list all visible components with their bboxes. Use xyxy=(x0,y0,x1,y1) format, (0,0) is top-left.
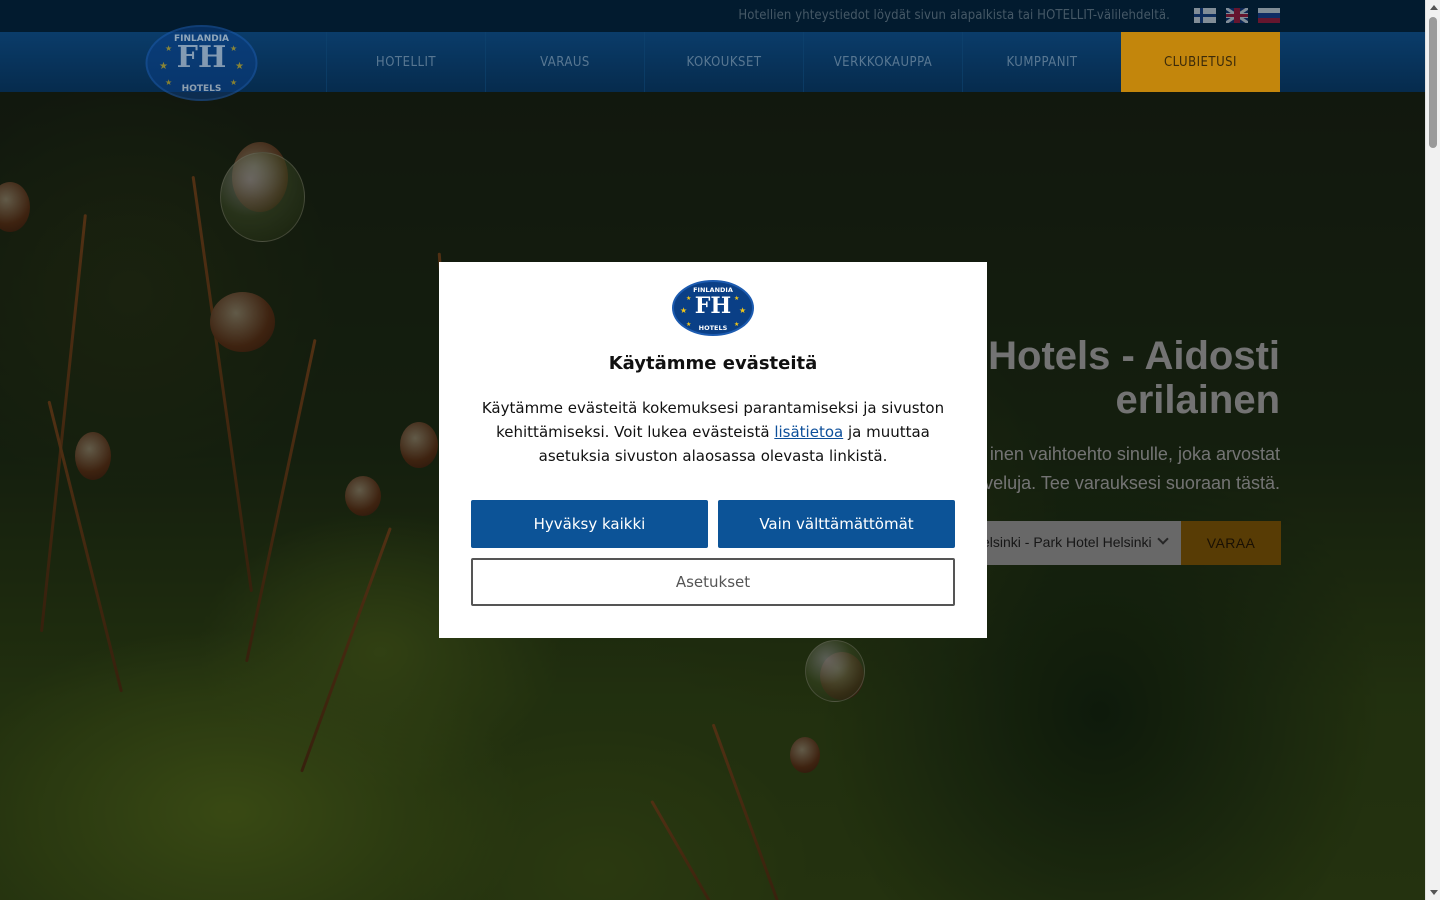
logo-monogram: FH xyxy=(695,293,731,319)
russian-flag-icon[interactable] xyxy=(1258,8,1280,23)
uk-flag-icon[interactable] xyxy=(1226,8,1248,23)
svg-text:★: ★ xyxy=(686,295,691,302)
svg-text:★: ★ xyxy=(165,44,172,53)
chevron-down-icon xyxy=(1157,533,1169,545)
scrollbar-thumb[interactable] xyxy=(1429,17,1437,148)
svg-text:★: ★ xyxy=(739,306,746,315)
svg-text:★: ★ xyxy=(230,78,237,87)
svg-text:★: ★ xyxy=(680,306,687,315)
nav-item-kumppanit[interactable]: KUMPPANIT xyxy=(962,32,1121,92)
svg-text:★: ★ xyxy=(159,61,168,72)
svg-text:★: ★ xyxy=(165,78,172,87)
accept-all-button[interactable]: Hyväksy kaikki xyxy=(471,500,708,548)
svg-text:★: ★ xyxy=(230,44,237,53)
nav-menu: HOTELLIT VARAUS KOKOUKSET VERKKOKAUPPA K… xyxy=(326,32,1280,92)
main-navigation: FH FINLANDIA HOTELS ★ ★ ★ ★ ★ ★ HOTELLIT… xyxy=(0,25,1425,101)
nav-item-hotellit[interactable]: HOTELLIT xyxy=(326,32,485,92)
more-info-link[interactable]: lisätietoa xyxy=(774,423,843,441)
scroll-up-arrow-icon[interactable] xyxy=(1430,5,1438,10)
nav-item-clubietusi[interactable]: CLUBIETUSI xyxy=(1121,32,1280,92)
cookie-dialog-title: Käytämme evästeitä xyxy=(608,353,818,374)
logo-top-text: FINLANDIA xyxy=(174,34,229,44)
logo-monogram: FH xyxy=(177,40,227,75)
nav-item-varaus[interactable]: VARAUS xyxy=(485,32,644,92)
logo-bottom-text: HOTELS xyxy=(182,84,222,94)
book-button[interactable]: VARAA xyxy=(1181,521,1281,565)
cookie-dialog-text: Käytämme evästeitä kokemuksesi parantami… xyxy=(481,399,945,465)
page-scrollbar[interactable] xyxy=(1425,0,1440,900)
logo-bottom-text: HOTELS xyxy=(699,324,728,332)
cookie-consent-dialog: FH FINLANDIA HOTELS ★ ★ ★ ★ ★ ★ Käytämme… xyxy=(439,262,987,638)
svg-text:★: ★ xyxy=(235,61,244,72)
finnish-flag-icon[interactable] xyxy=(1194,8,1216,23)
finlandia-hotels-logo: FH FINLANDIA HOTELS ★ ★ ★ ★ ★ ★ xyxy=(672,280,754,336)
svg-text:★: ★ xyxy=(734,295,739,302)
nav-item-kokoukset[interactable]: KOKOUKSET xyxy=(644,32,803,92)
logo-top-text: FINLANDIA xyxy=(693,286,733,294)
scroll-down-arrow-icon[interactable] xyxy=(1430,890,1438,895)
contact-info-text: Hotellien yhteystiedot löydät sivun alap… xyxy=(738,8,1170,23)
nav-item-verkkokauppa[interactable]: VERKKOKAUPPA xyxy=(803,32,962,92)
svg-text:★: ★ xyxy=(734,321,739,328)
finlandia-hotels-logo[interactable]: FH FINLANDIA HOTELS ★ ★ ★ ★ ★ ★ xyxy=(145,25,258,101)
svg-text:★: ★ xyxy=(686,321,691,328)
essential-only-button[interactable]: Vain välttämättömät xyxy=(718,500,955,548)
cookie-settings-button[interactable]: Asetukset xyxy=(471,558,955,606)
